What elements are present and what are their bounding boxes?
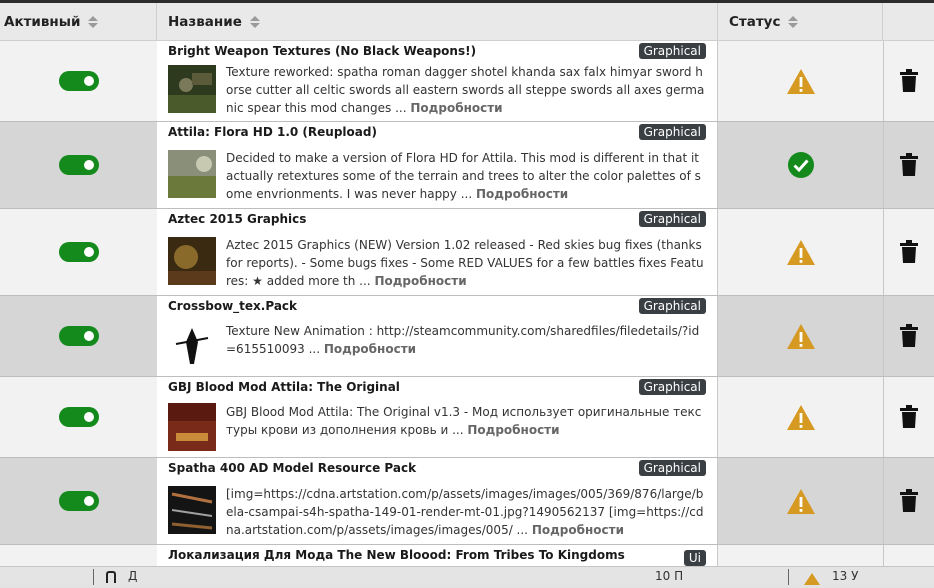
mod-description: Decided to make a version of Flora HD fo…: [226, 151, 701, 201]
mod-thumbnail: [168, 65, 216, 113]
trash-icon[interactable]: [899, 324, 919, 348]
mod-description: [img=https://cdna.artstation.com/p/asset…: [226, 487, 704, 537]
details-link[interactable]: Подробности: [467, 423, 559, 437]
details-link[interactable]: Подробности: [410, 101, 502, 115]
mod-title[interactable]: Spatha 400 AD Model Resource Pack: [168, 461, 416, 475]
warning-icon: [786, 404, 816, 431]
mod-category-tag: Graphical: [638, 379, 706, 395]
mod-title[interactable]: Локализация Для Мода The New Bloood: Fro…: [168, 548, 625, 562]
mod-description: Texture reworked: spatha roman dagger sh…: [226, 65, 705, 115]
warning-icon: [786, 488, 816, 515]
mod-title[interactable]: Crossbow_tex.Pack: [168, 299, 297, 313]
mod-description: GBJ Blood Mod Attila: The Original v1.3 …: [226, 405, 702, 437]
trash-icon[interactable]: [899, 153, 919, 177]
active-toggle[interactable]: [58, 155, 99, 175]
mod-category-tag: Graphical: [638, 460, 706, 476]
table-header: Активный Название Статус: [0, 3, 934, 41]
sort-icon[interactable]: [88, 15, 99, 28]
table-row: Crossbow_tex.Pack Graphical Texture New …: [0, 296, 934, 377]
mod-thumbnail: [168, 486, 216, 534]
sort-icon[interactable]: [788, 15, 799, 28]
table-row: Aztec 2015 Graphics Graphical Aztec 2015…: [0, 209, 934, 296]
warning-icon: [804, 573, 820, 588]
active-toggle[interactable]: [58, 71, 99, 91]
mod-description: Texture New Animation : http://steamcomm…: [226, 324, 700, 356]
details-link[interactable]: Подробности: [532, 523, 624, 537]
warning-icon: [786, 239, 816, 266]
column-header-delete: [883, 3, 934, 40]
column-header-active[interactable]: Активный: [0, 3, 157, 40]
mod-category-tag: Graphical: [638, 43, 706, 59]
active-toggle[interactable]: [58, 242, 99, 262]
table-row: Spatha 400 AD Model Resource Pack Graphi…: [0, 458, 934, 545]
column-header-name[interactable]: Название: [157, 3, 718, 40]
table-row: Bright Weapon Textures (No Black Weapons…: [0, 41, 934, 122]
mod-category-tag: Graphical: [638, 124, 706, 140]
mod-thumbnail: [168, 322, 216, 370]
footer-mid-text: 10 П: [655, 569, 684, 583]
trash-icon[interactable]: [899, 69, 919, 93]
mod-thumbnail: [168, 150, 216, 198]
divider: [788, 569, 789, 585]
trash-icon[interactable]: [899, 405, 919, 429]
footer-right-text: 13 У: [832, 569, 859, 583]
trash-icon[interactable]: [899, 240, 919, 264]
mod-description: Aztec 2015 Graphics (NEW) Version 1.02 r…: [226, 238, 704, 288]
column-header-status[interactable]: Статус: [718, 3, 883, 40]
warning-icon: [786, 68, 816, 95]
mod-category-tag: Graphical: [638, 298, 706, 314]
mod-thumbnail: [168, 237, 216, 285]
column-header-status-label: Статус: [729, 13, 781, 30]
bottom-status-bar: Д 10 П 13 У: [0, 566, 934, 585]
warning-icon: [786, 323, 816, 350]
details-link[interactable]: Подробности: [374, 274, 466, 288]
column-header-active-label: Активный: [4, 13, 81, 30]
trash-icon[interactable]: [899, 489, 919, 513]
active-toggle[interactable]: [58, 326, 99, 346]
table-row: GBJ Blood Mod Attila: The Original Graph…: [0, 377, 934, 458]
mod-thumbnail: [168, 403, 216, 451]
details-link[interactable]: Подробности: [476, 187, 568, 201]
active-toggle[interactable]: [58, 491, 99, 511]
mod-category-tag: Ui: [683, 550, 706, 566]
divider: [93, 569, 94, 585]
mod-title[interactable]: Aztec 2015 Graphics: [168, 212, 306, 226]
details-link[interactable]: Подробности: [324, 342, 416, 356]
mod-category-tag: Graphical: [638, 211, 706, 227]
folder-icon: [106, 571, 116, 583]
sort-icon[interactable]: [249, 15, 260, 28]
column-header-name-label: Название: [168, 13, 242, 30]
footer-left-text: Д: [128, 569, 138, 583]
mod-title[interactable]: GBJ Blood Mod Attila: The Original: [168, 380, 400, 394]
mod-title[interactable]: Bright Weapon Textures (No Black Weapons…: [168, 44, 476, 58]
check-circle-icon: [787, 151, 815, 179]
table-row: Attila: Flora HD 1.0 (Reupload) Graphica…: [0, 122, 934, 209]
active-toggle[interactable]: [58, 407, 99, 427]
mod-title[interactable]: Attila: Flora HD 1.0 (Reupload): [168, 125, 377, 139]
